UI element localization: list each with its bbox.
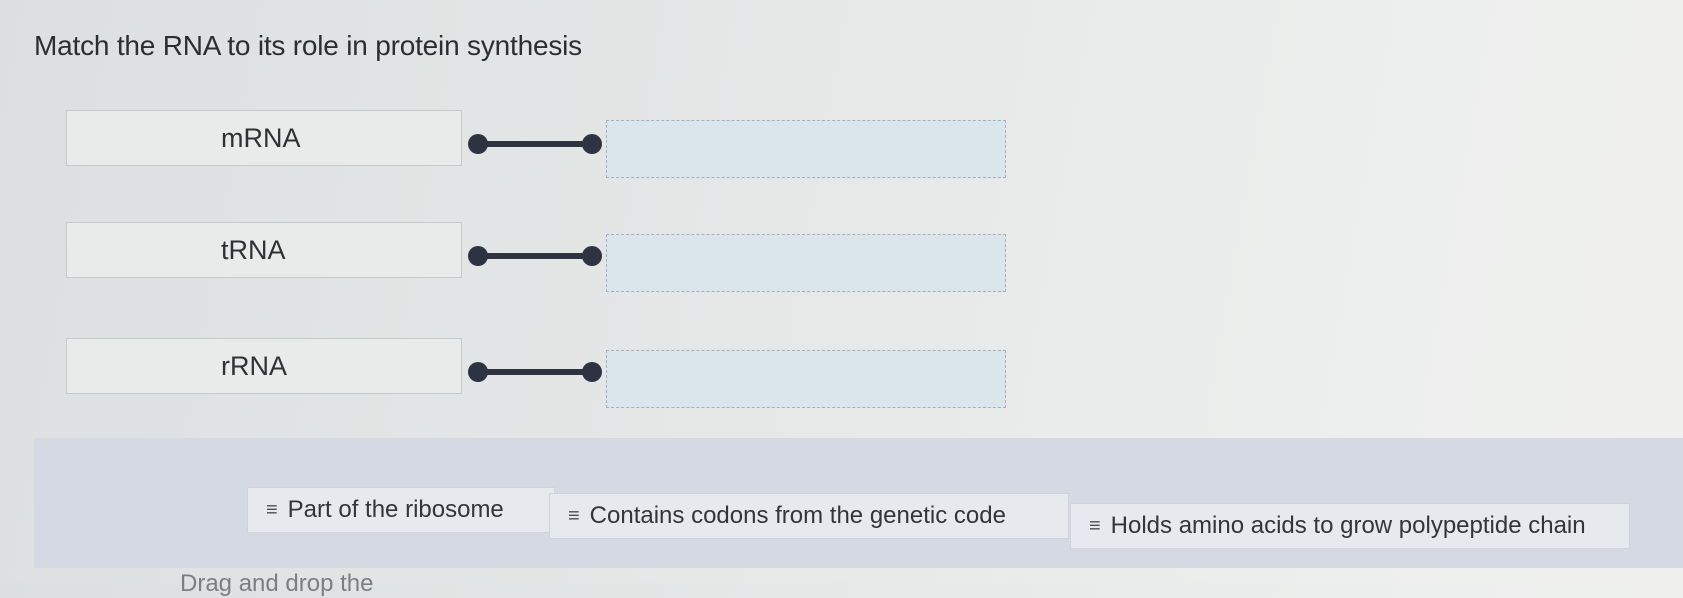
connector-bar	[478, 253, 592, 259]
connector-line	[468, 246, 602, 266]
connector-end-dot	[582, 362, 602, 382]
drop-zone-rrna[interactable]	[606, 350, 1006, 408]
match-row-trna: tRNA	[66, 222, 1011, 292]
drop-zone-trna[interactable]	[606, 234, 1006, 292]
term-label-mrna: mRNA	[221, 122, 301, 153]
term-box-mrna: mRNA	[66, 110, 462, 166]
connector-line	[468, 134, 602, 154]
drag-handle-icon[interactable]: ≡	[266, 500, 278, 520]
connector-bar	[478, 141, 592, 147]
drag-handle-icon[interactable]: ≡	[568, 506, 580, 526]
term-box-rrna: rRNA	[66, 338, 462, 394]
answer-chip-amino-acids[interactable]: ≡ Holds amino acids to grow polypeptide …	[1070, 503, 1630, 549]
answer-chip-codons[interactable]: ≡ Contains codons from the genetic code	[549, 493, 1069, 539]
term-label-trna: tRNA	[221, 234, 286, 265]
connector-line	[468, 362, 602, 382]
connector-end-dot	[582, 246, 602, 266]
answer-chip-label: Holds amino acids to grow polypeptide ch…	[1110, 512, 1586, 539]
match-row-rrna: rRNA	[66, 338, 1011, 408]
instructions-text: Drag and drop the	[180, 570, 374, 597]
answer-bank: ≡ Part of the ribosome ≡ Contains codons…	[34, 438, 1683, 568]
connector-end-dot	[582, 134, 602, 154]
match-row-mrna: mRNA	[66, 110, 1011, 178]
drop-zone-mrna[interactable]	[606, 120, 1006, 178]
answer-chip-ribosome[interactable]: ≡ Part of the ribosome	[247, 487, 555, 533]
term-box-trna: tRNA	[66, 222, 462, 278]
drag-handle-icon[interactable]: ≡	[1089, 516, 1101, 536]
term-label-rrna: rRNA	[221, 350, 287, 381]
answer-chip-label: Part of the ribosome	[287, 496, 504, 523]
page-title: Match the RNA to its role in protein syn…	[34, 30, 582, 61]
connector-bar	[478, 369, 592, 375]
answer-chip-label: Contains codons from the genetic code	[589, 502, 1006, 529]
